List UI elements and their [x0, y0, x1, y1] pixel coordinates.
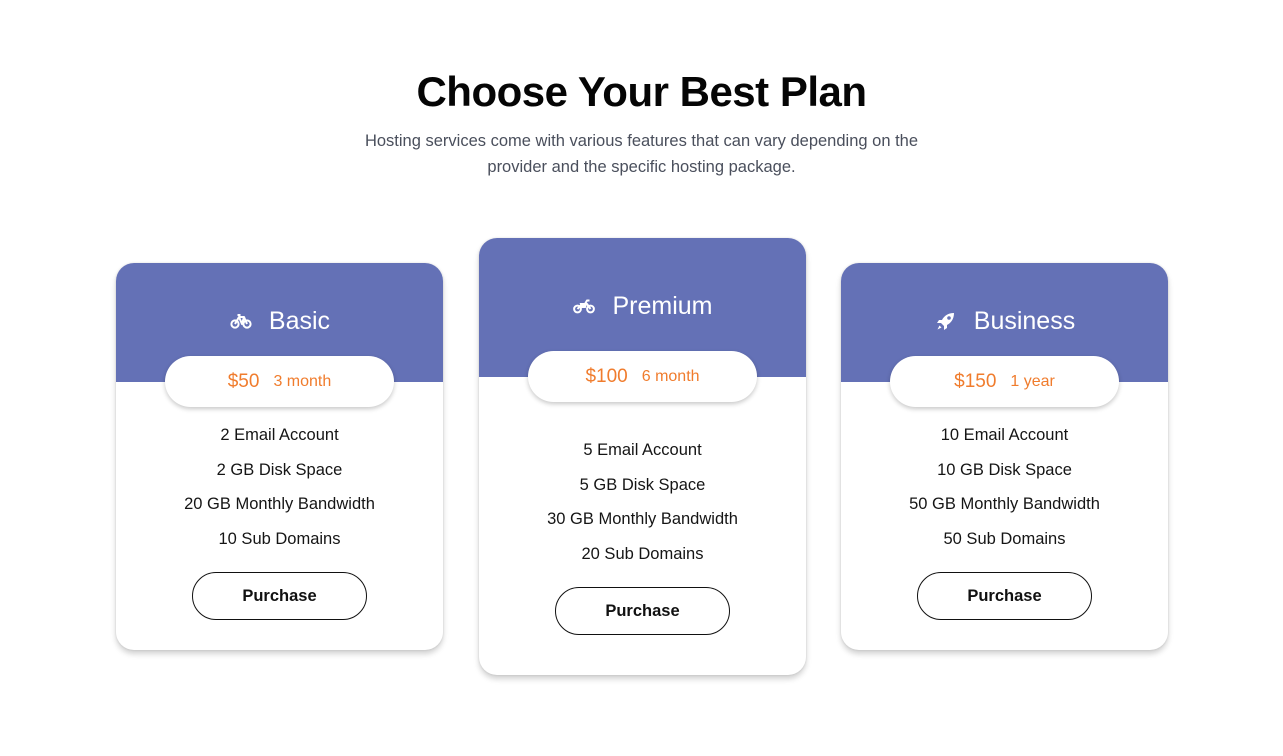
- purchase-button-business[interactable]: Purchase: [917, 572, 1092, 620]
- feature-item: 30 GB Monthly Bandwidth: [547, 510, 738, 529]
- page-title: Choose Your Best Plan: [416, 68, 867, 115]
- feature-item: 50 Sub Domains: [943, 530, 1066, 549]
- feature-list: 5 Email Account 5 GB Disk Space 30 GB Mo…: [479, 433, 806, 572]
- price-amount: $150: [954, 370, 997, 392]
- plan-name: Business: [973, 307, 1076, 335]
- price-badge: $150 1 year: [890, 356, 1119, 407]
- price-amount: $100: [585, 365, 628, 387]
- price-period: 3 month: [273, 372, 332, 390]
- plan-card-basic: Basic $50 3 month 2 Email Account 2 GB D…: [116, 263, 443, 650]
- plan-title-row: Business: [841, 305, 1168, 337]
- purchase-button-basic[interactable]: Purchase: [192, 572, 367, 620]
- purchase-button-premium[interactable]: Purchase: [555, 587, 730, 635]
- price-period: 6 month: [641, 367, 700, 385]
- price-amount: $50: [227, 370, 260, 392]
- plan-card-premium: Premium $100 6 month 5 Email Account 5 G…: [479, 238, 806, 675]
- feature-item: 5 Email Account: [583, 441, 702, 459]
- plan-card-business: Business $150 1 year 10 Email Account 10…: [841, 263, 1168, 650]
- plan-name: Basic: [268, 307, 331, 335]
- feature-item: 20 Sub Domains: [581, 545, 704, 564]
- plan-title-row: Premium: [479, 290, 806, 322]
- plan-title-row: Basic: [116, 305, 443, 337]
- feature-item: 50 GB Monthly Bandwidth: [909, 495, 1100, 514]
- feature-item: 10 Sub Domains: [218, 530, 341, 549]
- rocket-icon: [934, 311, 958, 331]
- pricing-header: Choose Your Best Plan Hosting services c…: [0, 68, 1283, 180]
- feature-item: 10 GB Disk Space: [937, 460, 1072, 479]
- feature-item: 5 GB Disk Space: [579, 475, 706, 494]
- feature-item: 2 GB Disk Space: [216, 460, 343, 479]
- price-badge: $50 3 month: [165, 356, 394, 407]
- feature-list: 2 Email Account 2 GB Disk Space 20 GB Mo…: [116, 418, 443, 557]
- plan-name: Premium: [612, 292, 713, 320]
- feature-item: 10 Email Account: [940, 426, 1069, 444]
- price-period: 1 year: [1010, 372, 1055, 390]
- feature-item: 20 GB Monthly Bandwidth: [184, 495, 375, 514]
- feature-list: 10 Email Account 10 GB Disk Space 50 GB …: [841, 418, 1168, 557]
- bicycle-icon: [229, 311, 253, 331]
- price-badge: $100 6 month: [528, 351, 757, 402]
- page-subtitle: Hosting services come with various featu…: [364, 132, 919, 176]
- motorcycle-icon: [572, 296, 596, 316]
- feature-item: 2 Email Account: [220, 426, 339, 444]
